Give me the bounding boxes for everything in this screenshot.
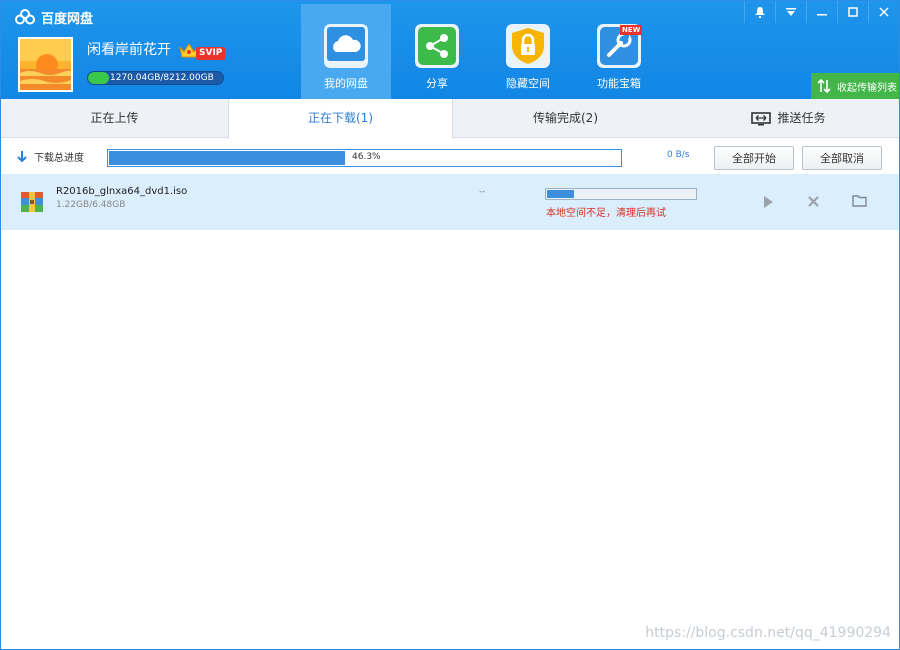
quota-fill	[88, 72, 109, 84]
transfer-tabs: 正在上传 正在下载(1) 传输完成(2) 推送任务	[1, 99, 899, 139]
watermark: https://blog.csdn.net/qq_41990294	[645, 625, 891, 641]
download-arrow-icon	[17, 151, 27, 163]
tab-label: 正在下载(1)	[308, 111, 373, 125]
window-controls	[744, 1, 899, 23]
total-progress-percent: 46.3%	[352, 152, 381, 162]
total-progress-label: 下载总进度	[34, 153, 84, 164]
total-progress-fill	[109, 151, 345, 165]
app-logo: 百度网盘	[15, 8, 94, 27]
bell-icon[interactable]	[744, 1, 775, 23]
monitor-push-icon	[751, 111, 772, 125]
nav-label: 隐藏空间	[506, 77, 550, 90]
tab-label: 传输完成(2)	[533, 111, 598, 125]
tab-label: 正在上传	[90, 111, 139, 125]
nav-hidden-space[interactable]: 隐藏空间	[483, 4, 573, 99]
storage-quota-bar: 1270.04GB/8212.00GB	[87, 71, 224, 85]
start-all-button[interactable]: 全部开始	[714, 146, 794, 170]
file-size: 1.22GB/6.48GB	[56, 200, 126, 210]
nav-label: 分享	[426, 77, 448, 90]
quota-text: 1270.04GB/8212.00GB	[110, 73, 214, 83]
app-window: 百度网盘 闲看岸前花开 SVIP 1270.04GB/8212.00GB 我的网…	[0, 0, 900, 650]
maximize-icon[interactable]	[837, 1, 868, 23]
header-bar: 百度网盘 闲看岸前花开 SVIP 1270.04GB/8212.00GB 我的网…	[1, 1, 899, 99]
cancel-all-button[interactable]: 全部取消	[802, 146, 882, 170]
download-speed: 0 B/s	[667, 150, 690, 160]
file-name: R2016b_glnxa64_dvd1.iso	[56, 186, 188, 197]
play-icon[interactable]	[762, 195, 774, 209]
nav-label: 功能宝箱	[597, 77, 641, 90]
nav-share[interactable]: 分享	[392, 4, 482, 99]
close-icon[interactable]	[868, 1, 899, 23]
tab-label: 推送任务	[777, 111, 826, 125]
collapse-transfer-list-button[interactable]: 收起传输列表	[811, 73, 899, 99]
table-row[interactable]: R2016b_glnxa64_dvd1.iso 1.22GB/6.48GB --…	[1, 174, 899, 230]
delete-icon[interactable]	[807, 195, 820, 208]
time-remaining: --	[479, 187, 486, 197]
archive-file-icon	[21, 192, 43, 212]
svip-badge: SVIP	[196, 47, 226, 60]
nav-my-disk[interactable]: 我的网盘	[301, 4, 391, 99]
error-message: 本地空间不足，清理后再试	[546, 208, 666, 219]
dropdown-icon[interactable]	[775, 1, 806, 23]
avatar[interactable]	[18, 37, 73, 92]
total-progress-bar: 46.3%	[107, 149, 622, 167]
nav-label: 我的网盘	[324, 77, 368, 90]
file-progress-fill	[547, 190, 574, 198]
sunset-avatar-icon	[20, 39, 71, 90]
tab-uploading[interactable]: 正在上传	[1, 99, 228, 138]
tab-downloading[interactable]: 正在下载(1)	[228, 99, 453, 139]
share-icon	[415, 24, 459, 68]
lock-icon	[506, 24, 550, 68]
cloud-icon	[324, 24, 368, 68]
collapse-label: 收起传输列表	[837, 82, 897, 94]
tab-push-tasks[interactable]: 推送任务	[678, 99, 899, 138]
new-badge: NEW	[620, 25, 643, 35]
transfer-arrows-icon	[817, 79, 831, 93]
minimize-icon[interactable]	[806, 1, 837, 23]
app-title: 百度网盘	[41, 11, 94, 27]
nav-toolbox[interactable]: NEW 功能宝箱	[574, 4, 664, 99]
folder-icon[interactable]	[852, 195, 867, 207]
username: 闲看岸前花开	[87, 42, 171, 58]
total-progress-row: 下载总进度 46.3% 0 B/s 全部开始 全部取消	[1, 139, 899, 173]
cloud-logo-icon	[15, 9, 35, 25]
tab-completed[interactable]: 传输完成(2)	[453, 99, 678, 138]
file-progress-bar	[545, 188, 697, 200]
